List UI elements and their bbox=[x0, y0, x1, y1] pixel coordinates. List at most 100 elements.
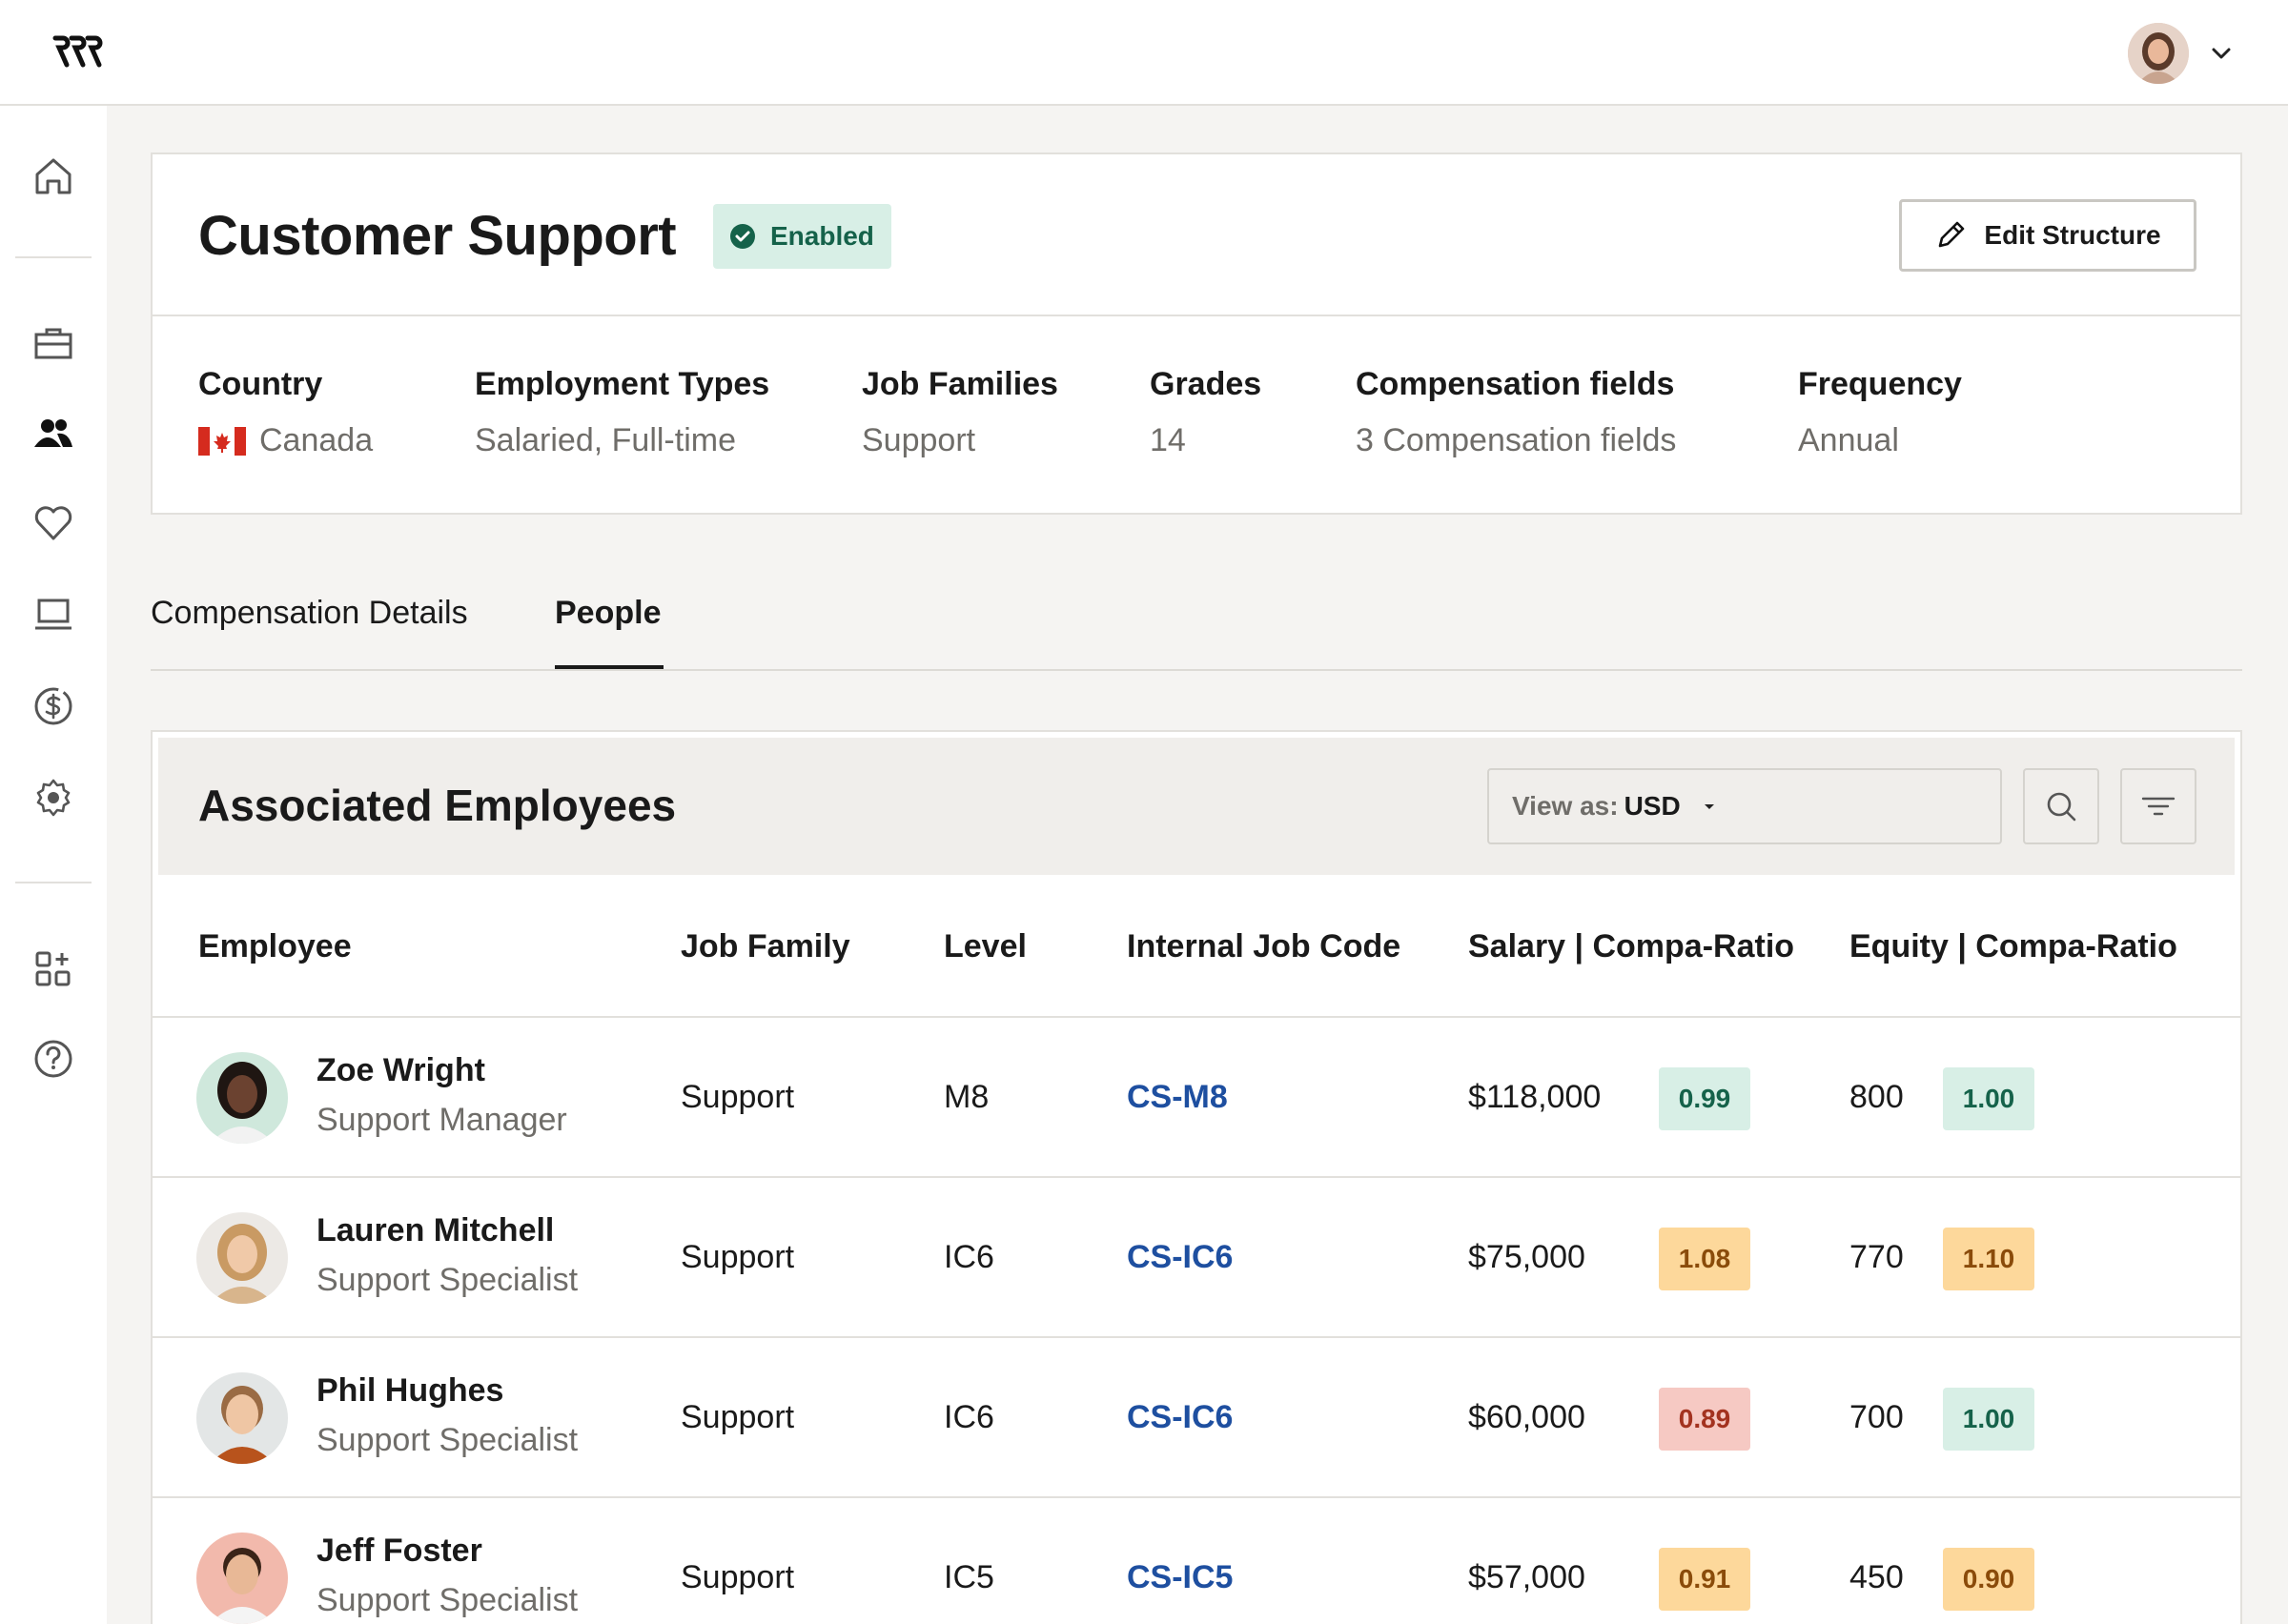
table-row[interactable]: Phil Hughes Support Specialist Support I… bbox=[153, 1338, 2240, 1498]
chevron-down-icon[interactable] bbox=[2208, 40, 2235, 67]
page-title: Customer Support bbox=[198, 204, 676, 268]
table-row[interactable]: Jeff Foster Support Specialist Support I… bbox=[153, 1498, 2240, 1624]
col-job-family[interactable]: Job Family bbox=[681, 928, 850, 965]
meta-label: Job Families bbox=[862, 366, 1058, 403]
salary-cell: $75,000 bbox=[1468, 1239, 1585, 1276]
employee-role: Support Manager bbox=[317, 1102, 567, 1139]
equity-compa-ratio-badge: 1.00 bbox=[1943, 1388, 2034, 1451]
tab-compensation-details[interactable]: Compensation Details bbox=[151, 595, 468, 632]
help-icon[interactable] bbox=[31, 1036, 76, 1082]
status-label: Enabled bbox=[770, 221, 874, 252]
meta-value: 14 bbox=[1150, 422, 1261, 459]
meta-value: Annual bbox=[1798, 422, 1962, 459]
structure-header-card: Customer Support Enabled Edit Structure … bbox=[151, 152, 2242, 515]
meta-label: Grades bbox=[1150, 366, 1261, 403]
associated-employees-card: Associated Employees View as: USD Employ… bbox=[151, 730, 2242, 1624]
table-row[interactable]: Lauren Mitchell Support Specialist Suppo… bbox=[153, 1178, 2240, 1338]
meta-label: Employment Types bbox=[475, 366, 769, 403]
level-cell: IC6 bbox=[944, 1239, 994, 1276]
meta-grades: Grades 14 bbox=[1150, 366, 1261, 459]
equity-cell: 800 bbox=[1849, 1079, 1904, 1116]
col-internal-job-code[interactable]: Internal Job Code bbox=[1127, 928, 1400, 965]
meta-employment-types: Employment Types Salaried, Full-time bbox=[475, 366, 769, 459]
employee-name[interactable]: Jeff Foster bbox=[317, 1533, 482, 1570]
settings-icon[interactable] bbox=[31, 775, 76, 821]
meta-value: Canada bbox=[198, 422, 373, 459]
salary-cell: $118,000 bbox=[1468, 1079, 1601, 1116]
avatar bbox=[196, 1533, 288, 1624]
salary-compa-ratio-badge: 0.99 bbox=[1659, 1067, 1750, 1130]
home-icon[interactable] bbox=[31, 153, 76, 199]
job-code-link[interactable]: CS-IC5 bbox=[1127, 1559, 1233, 1596]
meta-job-families: Job Families Support bbox=[862, 366, 1058, 459]
brand-logo[interactable] bbox=[51, 34, 103, 71]
col-employee[interactable]: Employee bbox=[198, 928, 352, 965]
apps-add-icon[interactable] bbox=[31, 946, 76, 992]
meta-label: Frequency bbox=[1798, 366, 1962, 403]
filter-button[interactable] bbox=[2120, 768, 2196, 844]
meta-label: Compensation fields bbox=[1356, 366, 1676, 403]
meta-country: Country Canada bbox=[198, 366, 373, 459]
salary-cell: $60,000 bbox=[1468, 1399, 1585, 1436]
level-cell: IC6 bbox=[944, 1399, 994, 1436]
tab-people[interactable]: People bbox=[555, 595, 661, 632]
top-bar bbox=[0, 0, 2288, 106]
salary-compa-ratio-badge: 0.89 bbox=[1659, 1388, 1750, 1451]
user-avatar[interactable] bbox=[2128, 23, 2189, 84]
meta-frequency: Frequency Annual bbox=[1798, 366, 1962, 459]
meta-value: Support bbox=[862, 422, 1058, 459]
people-icon[interactable] bbox=[31, 411, 76, 457]
equity-cell: 700 bbox=[1849, 1399, 1904, 1436]
salary-cell: $57,000 bbox=[1468, 1559, 1585, 1596]
edit-structure-label: Edit Structure bbox=[1984, 220, 2160, 251]
avatar bbox=[196, 1212, 288, 1304]
laptop-icon[interactable] bbox=[31, 592, 76, 638]
job-code-link[interactable]: CS-IC6 bbox=[1127, 1239, 1233, 1276]
equity-cell: 770 bbox=[1849, 1239, 1904, 1276]
employee-name[interactable]: Lauren Mitchell bbox=[317, 1212, 554, 1249]
job-code-link[interactable]: CS-IC6 bbox=[1127, 1399, 1233, 1436]
heart-icon[interactable] bbox=[31, 500, 76, 546]
check-circle-icon bbox=[728, 222, 757, 251]
avatar bbox=[196, 1372, 288, 1464]
level-cell: M8 bbox=[944, 1079, 989, 1116]
meta-compensation-fields: Compensation fields 3 Compensation field… bbox=[1356, 366, 1676, 459]
caret-down-icon bbox=[1700, 797, 1719, 816]
employee-role: Support Specialist bbox=[317, 1422, 578, 1459]
sidebar-divider bbox=[15, 882, 92, 883]
sidebar-divider bbox=[15, 256, 92, 258]
view-as-value: USD bbox=[1624, 791, 1681, 822]
sidebar bbox=[0, 106, 107, 1624]
meta-value-text: Canada bbox=[259, 422, 373, 459]
header-top: Customer Support Enabled Edit Structure bbox=[153, 154, 2240, 316]
job-code-link[interactable]: CS-M8 bbox=[1127, 1079, 1228, 1116]
job-family-cell: Support bbox=[681, 1079, 794, 1116]
pencil-icon bbox=[1934, 219, 1967, 252]
col-level[interactable]: Level bbox=[944, 928, 1027, 965]
table-row[interactable]: Zoe Wright Support Manager Support M8 CS… bbox=[153, 1018, 2240, 1178]
filter-icon bbox=[2139, 787, 2177, 825]
job-family-cell: Support bbox=[681, 1239, 794, 1276]
currency-select[interactable]: View as: USD bbox=[1487, 768, 2002, 844]
col-salary-compa-ratio[interactable]: Salary | Compa-Ratio bbox=[1468, 928, 1794, 965]
status-badge: Enabled bbox=[713, 204, 891, 269]
employee-name[interactable]: Zoe Wright bbox=[317, 1052, 485, 1089]
salary-compa-ratio-badge: 1.08 bbox=[1659, 1228, 1750, 1290]
col-equity-compa-ratio[interactable]: Equity | Compa-Ratio bbox=[1849, 928, 2177, 965]
edit-structure-button[interactable]: Edit Structure bbox=[1899, 199, 2196, 272]
search-button[interactable] bbox=[2023, 768, 2099, 844]
search-icon bbox=[2042, 787, 2080, 825]
view-as-label: View as: bbox=[1512, 791, 1619, 822]
dollar-circle-icon[interactable] bbox=[31, 683, 76, 729]
job-family-cell: Support bbox=[681, 1559, 794, 1596]
employee-name[interactable]: Phil Hughes bbox=[317, 1372, 503, 1410]
meta-label: Country bbox=[198, 366, 373, 403]
equity-cell: 450 bbox=[1849, 1559, 1904, 1596]
briefcase-icon[interactable] bbox=[31, 321, 76, 367]
salary-compa-ratio-badge: 0.91 bbox=[1659, 1548, 1750, 1611]
employees-header: Associated Employees View as: USD bbox=[158, 738, 2235, 875]
canada-flag-icon bbox=[198, 427, 246, 456]
section-title: Associated Employees bbox=[198, 780, 676, 831]
active-tab-indicator bbox=[555, 665, 664, 669]
tab-bar: Compensation Details People bbox=[151, 581, 2242, 671]
